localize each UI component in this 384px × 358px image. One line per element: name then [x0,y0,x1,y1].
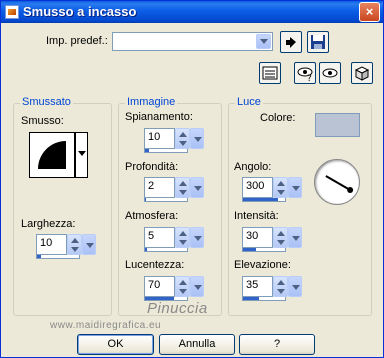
ambience-input[interactable]: 5 [144,227,175,248]
help-button[interactable]: ? [239,334,315,355]
width-stepper[interactable] [67,234,82,255]
intensity-dropdown[interactable] [288,227,302,248]
smoothing-stepper[interactable] [175,128,190,149]
load-preset-button[interactable] [280,31,302,53]
intensity-slider[interactable] [242,248,286,252]
preview-on-icon [322,68,338,78]
cancel-button[interactable]: Annulla [159,334,235,355]
smussato-group-title: Smussato [20,96,73,108]
watermark-url: www.maidiregrafica.eu [50,320,162,331]
intensity-stepper[interactable] [273,227,288,248]
show-settings-icon [262,66,278,80]
elevation-slider-fill [243,297,259,300]
intensity-slider-fill [243,248,256,251]
luce-group-title: Luce [235,96,263,108]
intensity-spinner[interactable]: 30 [242,227,302,248]
randomize-icon: ? [297,67,313,84]
width-input[interactable]: 10 [36,234,67,255]
shininess-stepper[interactable] [175,276,190,297]
chevron-down-icon[interactable] [256,34,271,49]
dialog-window: Smusso a incasso × Imp. predef.: ? Smuss… [0,0,384,358]
angle-label: Angolo: [234,161,272,173]
angle-stepper[interactable] [273,177,288,198]
depth-dropdown[interactable] [190,177,204,198]
save-preset-icon [311,35,325,49]
depth-stepper[interactable] [175,177,190,198]
smoothing-slider-fill [145,149,149,152]
width-spinner[interactable]: 10 [36,234,96,255]
save-preset-button[interactable] [307,31,329,53]
intensity-input[interactable]: 30 [242,227,273,248]
shininess-input[interactable]: 70 [144,276,175,297]
random-dice-icon [354,66,370,81]
width-label: Larghezza: [21,218,76,230]
smoothing-input[interactable]: 10 [144,128,175,149]
show-settings-button[interactable] [259,62,281,84]
ambience-stepper[interactable] [175,227,190,248]
shininess-dropdown[interactable] [190,276,204,297]
app-icon [5,5,19,19]
window-title: Smusso a incasso [23,4,137,19]
intensity-label: Intensità: [234,210,279,222]
elevation-stepper[interactable] [273,276,288,297]
smoothing-spinner[interactable]: 10 [144,128,204,149]
bevel-shape-icon [38,141,66,169]
ambience-slider[interactable] [144,248,188,252]
light-color-swatch[interactable] [315,113,360,137]
width-slider-fill [37,255,41,258]
depth-spinner[interactable]: 2 [144,177,204,198]
width-slider[interactable] [36,255,80,259]
shininess-label: Lucentezza: [125,259,185,271]
ambience-spinner[interactable]: 5 [144,227,204,248]
angle-slider-fill [243,198,278,201]
watermark-name: Pinuccia [147,300,208,317]
ambience-dropdown[interactable] [190,227,204,248]
angle-dropdown[interactable] [288,177,302,198]
bevel-label: Smusso: [21,115,64,127]
ambience-label: Atmosfera: [125,210,179,222]
depth-input[interactable]: 2 [144,177,175,198]
angle-dial[interactable] [314,159,360,205]
ambience-slider-fill [145,248,147,251]
depth-slider[interactable] [144,198,188,202]
preview-toggle-button[interactable] [319,62,341,84]
elevation-input[interactable]: 35 [242,276,273,297]
ok-button[interactable]: OK [77,334,154,355]
elevation-spinner[interactable]: 35 [242,276,302,297]
angle-slider[interactable] [242,198,286,202]
angle-input[interactable]: 300 [242,177,273,198]
width-dropdown[interactable] [82,234,96,255]
svg-text:?: ? [307,74,312,83]
color-label: Colore: [260,112,296,124]
title-bar[interactable]: Smusso a incasso × [1,1,383,23]
depth-label: Profondità: [125,161,179,173]
depth-slider-fill [145,198,146,201]
randomize-button[interactable]: ? [294,62,316,84]
elevation-slider[interactable] [242,297,286,301]
load-preset-icon [286,37,296,48]
preset-label: Imp. predef.: [46,35,108,47]
random-dice-button[interactable] [351,62,373,84]
bevel-preview[interactable] [29,132,75,178]
smoothing-dropdown[interactable] [190,128,204,149]
angle-dial-needle-icon [325,175,354,193]
close-button[interactable]: × [359,2,380,22]
shininess-spinner[interactable]: 70 [144,276,204,297]
immagine-group-title: Immagine [125,96,178,108]
preset-dropdown[interactable] [112,32,273,51]
smoothing-slider[interactable] [144,149,188,153]
elevation-label: Elevazione: [234,259,291,271]
bevel-dropdown-button[interactable] [75,132,88,178]
angle-spinner[interactable]: 300 [242,177,302,198]
smoothing-label: Spianamento: [125,111,193,123]
elevation-dropdown[interactable] [288,276,302,297]
